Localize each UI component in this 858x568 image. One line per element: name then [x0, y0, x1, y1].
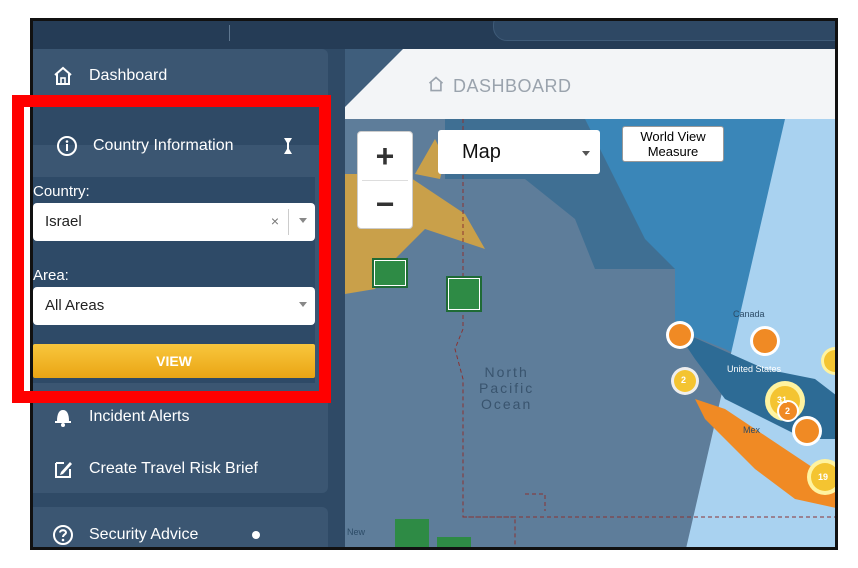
map-type-select[interactable]: Map	[438, 130, 600, 174]
chevron-down-icon[interactable]	[299, 218, 307, 223]
cluster-count[interactable]: 2	[785, 406, 790, 416]
sidebar-item-label: Security Advice	[89, 526, 199, 543]
bell-icon	[51, 405, 75, 429]
page-header: DASHBOARD	[345, 49, 835, 119]
mexico-label: Mex	[743, 425, 761, 435]
help-icon	[51, 523, 75, 547]
sidebar-item-dashboard[interactable]: Dashboard	[51, 64, 167, 88]
collapse-handle-icon[interactable]	[283, 137, 293, 160]
info-icon	[55, 134, 79, 158]
world-view-measure-button[interactable]: World View Measure	[622, 126, 724, 162]
topbar-search-pill[interactable]	[493, 21, 835, 41]
ocean-label: North Pacific Ocean	[479, 364, 534, 412]
page-title-text: DASHBOARD	[453, 76, 572, 96]
area-select-value: All Areas	[45, 297, 105, 314]
topbar-divider	[229, 25, 230, 41]
sidebar-item-label: Country Information	[93, 137, 234, 154]
sidebar-item-incident-alerts[interactable]: Incident Alerts	[51, 405, 190, 429]
edit-icon	[51, 457, 75, 481]
map-type-value: Map	[462, 141, 501, 163]
zoom-control: + −	[357, 131, 413, 229]
cluster-count[interactable]: 2	[681, 375, 686, 385]
zoom-out-button[interactable]: −	[358, 180, 412, 228]
home-icon	[427, 75, 445, 98]
map-canvas	[345, 119, 835, 547]
page-title: DASHBOARD	[427, 75, 572, 98]
header-fold	[345, 49, 403, 107]
chevron-down-icon[interactable]	[582, 151, 590, 156]
canada-label: Canada	[733, 309, 765, 319]
home-icon	[51, 64, 75, 88]
sidebar-item-security-advice[interactable]: Security Advice	[51, 523, 261, 547]
sidebar-item-label: Incident Alerts	[89, 408, 190, 425]
sidebar-item-label: Create Travel Risk Brief	[89, 460, 258, 477]
area-field-label: Area:	[33, 267, 69, 284]
ocean-label-line2: Pacific	[479, 380, 535, 396]
chevron-down-icon[interactable]	[299, 302, 307, 307]
country-field-label: Country:	[33, 183, 90, 200]
country-select[interactable]: Israel ×	[33, 203, 315, 241]
new-label: New	[347, 527, 366, 537]
select-divider	[288, 209, 289, 235]
status-dot	[252, 531, 261, 539]
map-view[interactable]: + − Map World View Measure North Pacific…	[345, 119, 835, 547]
cluster-count[interactable]: 31	[777, 395, 787, 405]
view-button[interactable]: VIEW	[33, 344, 315, 378]
ocean-label-line1: North	[484, 364, 529, 380]
united-states-label: United States	[727, 364, 782, 374]
area-select[interactable]: All Areas	[33, 287, 315, 325]
sidebar-item-travel-risk-brief[interactable]: Create Travel Risk Brief	[51, 457, 258, 481]
top-bar	[33, 21, 835, 49]
app-window: Dashboard Country Information Country: I…	[30, 18, 838, 550]
world-view-label-line1: World View	[640, 129, 706, 144]
cluster-count[interactable]: 19	[818, 472, 828, 482]
clear-icon[interactable]: ×	[271, 213, 279, 229]
sidebar-item-label: Dashboard	[89, 67, 168, 84]
country-select-value: Israel	[45, 213, 82, 230]
sidebar-item-country-information[interactable]: Country Information	[33, 123, 328, 169]
ocean-label-line3: Ocean	[480, 396, 533, 412]
sidebar: Dashboard Country Information Country: I…	[33, 49, 331, 547]
world-view-label-line2: Measure	[647, 144, 699, 159]
zoom-in-button[interactable]: +	[358, 132, 412, 180]
